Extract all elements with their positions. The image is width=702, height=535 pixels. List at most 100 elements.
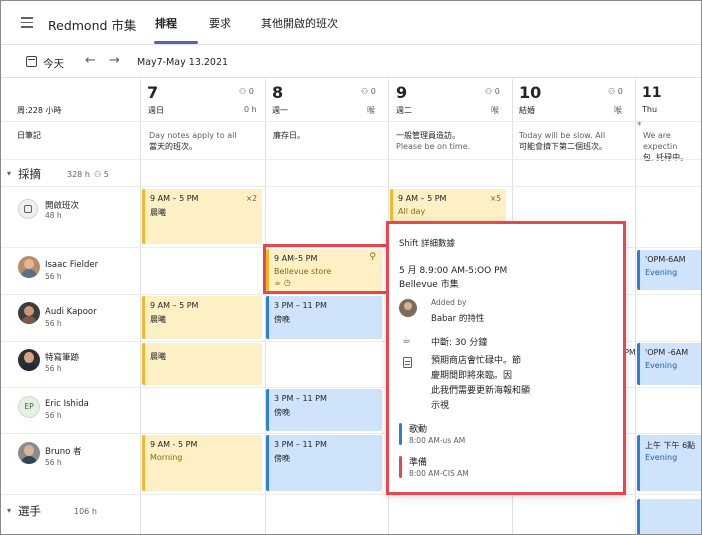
coffee-break-icon: ☕ — [402, 335, 411, 346]
chevron-down-icon[interactable]: ▾ — [7, 169, 11, 178]
person-name: Eric Ishida — [45, 399, 89, 409]
shift-label: 晨曦 — [150, 315, 166, 324]
popup-title: Shift 詳細數據 — [399, 239, 456, 249]
person-hours: 56 h — [45, 411, 62, 420]
day-number: 8 — [272, 83, 284, 102]
week-hours: 周:228 小時 — [17, 106, 62, 115]
note-icon — [403, 357, 412, 368]
people-icon: ⚇ — [485, 87, 493, 96]
shift-time: 9 AM - 5 PM — [150, 440, 198, 449]
tab-schedule[interactable]: 排程 — [155, 15, 177, 31]
shift-card[interactable]: 3 PM – 11 PM 傍晚 — [266, 435, 382, 491]
shift-time: 'OPM -6AM — [645, 348, 689, 357]
day-note[interactable]: Day notes apply to all 當天的班次。 — [149, 130, 237, 152]
person-hours: 56 h — [45, 458, 62, 467]
column-divider — [140, 79, 141, 534]
activity-color-bar — [399, 456, 402, 478]
day-note[interactable]: Today will be slow. All 可能會擠下第二個班次。 — [519, 130, 607, 152]
next-week-button[interactable]: → — [109, 53, 120, 68]
shift-card[interactable]: 'OPM-6AM Evening — [637, 250, 701, 290]
day-hours: 喉 — [614, 106, 622, 115]
shift-label: Evening — [645, 453, 678, 462]
toolbar — [1, 46, 701, 78]
column-divider — [635, 79, 636, 534]
avatar — [18, 349, 40, 371]
day-name: 週日 — [148, 106, 164, 115]
day-notes-label: 日筆記 — [17, 131, 41, 140]
shift-label: 傍晚 — [274, 454, 290, 463]
shift-count: ×5 — [489, 194, 501, 203]
shift-label: 晨曦 — [150, 208, 166, 217]
shift-time: 9 AM – 5 PM — [150, 301, 199, 310]
person-name: Audi Kapoor — [45, 307, 97, 317]
activity-color-bar — [399, 423, 402, 445]
hamburger-menu-icon[interactable] — [21, 17, 33, 28]
group-hours: 328 h — [67, 170, 90, 179]
shift-time: 3 PM – 11 PM — [274, 394, 327, 403]
shift-card[interactable]: 9 AM – 5 PM 晨曦 ×2 — [142, 189, 262, 244]
shift-card[interactable]: 9 AM - 5 PM Morning — [142, 435, 262, 491]
shift-card[interactable]: 'OPM -6AM Evening — [637, 343, 701, 385]
shift-datetime: 5 月 8.9:00 AM-5:OO PM — [399, 266, 508, 276]
shift-note: 預期商店會忙碌中。節 慶期間即將來臨。因 此我們需要更新海報和顯 示視 — [431, 356, 531, 411]
date-range[interactable]: May7-May 13.2021 — [137, 57, 228, 68]
shift-time: 9 AM – 5 PM — [398, 194, 447, 203]
tab-open-shifts[interactable]: 其他開啟的班次 — [261, 15, 338, 31]
chevron-down-icon[interactable]: ▾ — [7, 506, 11, 515]
day-people-count: ⚇ 0 — [239, 87, 254, 96]
shift-card[interactable]: 晨曦 — [142, 343, 262, 385]
activity-name: 歌動 — [409, 425, 428, 435]
person-name: Bruno 者 — [45, 447, 82, 457]
day-note[interactable]: 廉存日。 — [273, 130, 305, 141]
app-window: Redmond 市集 排程 要求 其他開啟的班次 今天 ← → May7-May… — [0, 0, 702, 535]
note-marker-icon: * — [637, 121, 642, 131]
day-people-count: ⚇ 0 — [608, 87, 623, 96]
person-hours: 56 h — [45, 272, 62, 281]
day-people-count: ⚇ 0 — [485, 87, 500, 96]
shift-label: 傍晚 — [274, 315, 290, 324]
shift-card[interactable]: 3 PM – 11 PM 傍晚 — [266, 296, 382, 339]
group-title[interactable]: 採摘 — [18, 166, 41, 182]
activity-time: 8:00 AM-us AM — [409, 436, 466, 445]
tab-requests[interactable]: 要求 — [209, 15, 231, 31]
shift-label: Evening — [645, 268, 678, 277]
shift-label: Evening — [645, 361, 678, 370]
shift-label: 晨曦 — [150, 352, 166, 361]
people-icon: ⚇ — [239, 87, 247, 96]
team-title: Redmond 市集 — [48, 18, 137, 33]
activity-time: 8:00 AM-CIS AM — [409, 469, 469, 478]
added-by-name: Babar 的持性 — [431, 314, 485, 324]
day-name: 週一 — [272, 106, 288, 115]
open-shifts-hours: 48 h — [45, 211, 62, 220]
previous-week-button[interactable]: ← — [85, 53, 96, 68]
day-number: 7 — [147, 83, 159, 102]
calendar-today-icon[interactable] — [26, 56, 37, 67]
day-people-count: ⚇ 0 — [361, 87, 376, 96]
active-tab-indicator — [154, 41, 198, 44]
shift-label: Morning — [150, 453, 183, 462]
shift-card[interactable]: 上午 下午 6點 Evening — [637, 435, 701, 491]
added-by-label: Added by — [431, 298, 467, 307]
shift-details-popup[interactable]: Shift 詳細數據 5 月 8.9:00 AM-5:OO PM Bellevu… — [386, 221, 626, 495]
today-button[interactable]: 今天 — [43, 56, 64, 71]
notes-divider — [1, 159, 701, 160]
avatar — [399, 299, 417, 317]
shift-card[interactable]: 9 AM – 5 PM 晨曦 — [142, 296, 262, 339]
shift-card[interactable]: 3 PM – 11 PM 傍晚 — [266, 389, 382, 431]
shift-time: 'OPM-6AM — [645, 255, 686, 264]
header-divider — [1, 121, 701, 122]
people-icon: ⚇ — [94, 170, 102, 179]
group-people-count: ⚇ 5 — [94, 170, 109, 179]
shift-card[interactable]: 9 AM – 5 PM All day ×5 — [390, 189, 506, 221]
avatar — [18, 302, 40, 324]
day-hours: 喉 — [367, 106, 375, 115]
group-title[interactable]: 選手 — [18, 503, 41, 519]
shift-card[interactable] — [637, 499, 701, 534]
day-note[interactable]: 一般管理員造訪。 Please be on time. — [396, 130, 470, 152]
person-hours: 56 h — [45, 364, 62, 373]
avatar-initials: EP — [18, 396, 40, 418]
shift-label: 傍晚 — [274, 408, 290, 417]
shift-time: 9 AM – 5 PM — [150, 194, 199, 203]
shift-count: ×2 — [245, 194, 257, 203]
day-name: 結婚 — [519, 106, 535, 115]
